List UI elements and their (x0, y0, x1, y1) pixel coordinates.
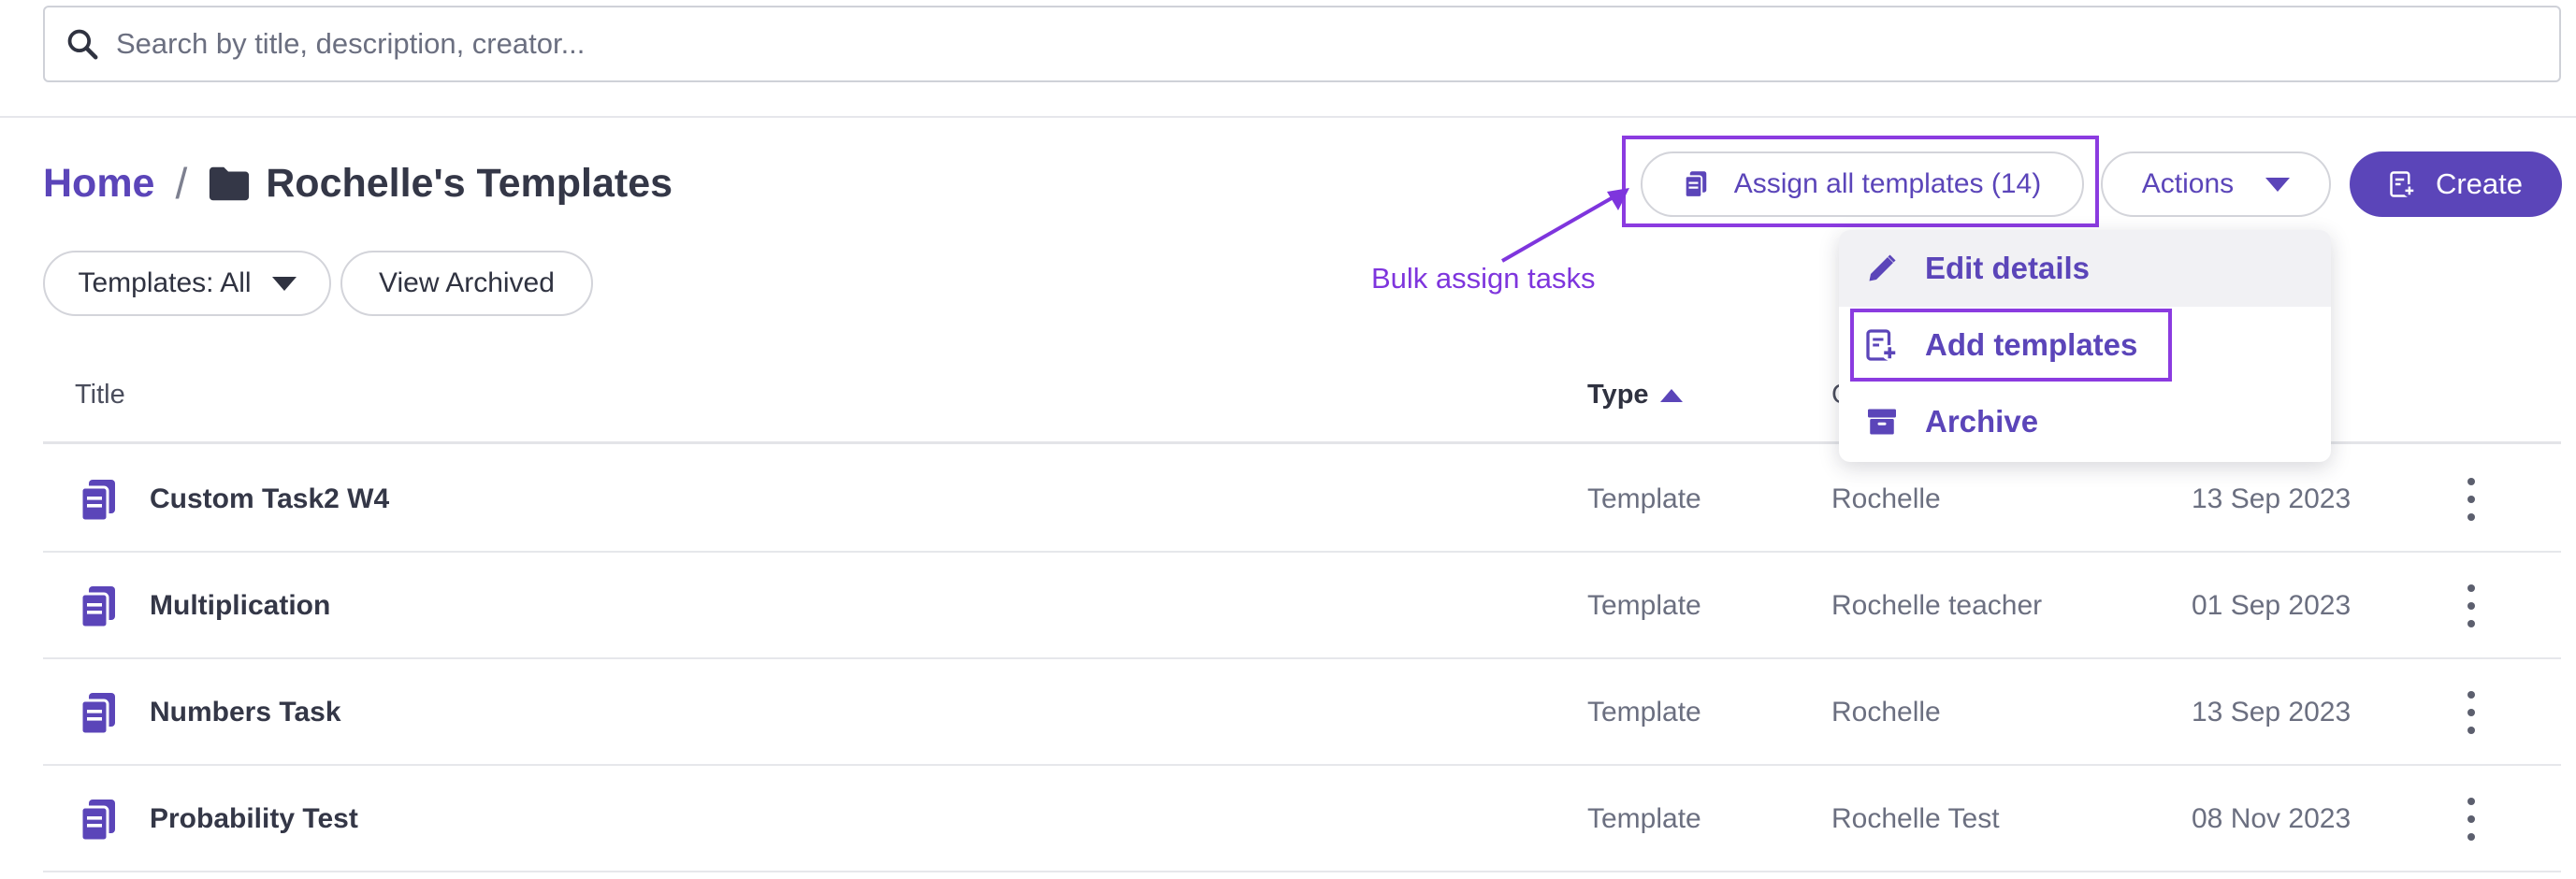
view-archived-label: View Archived (379, 267, 555, 298)
breadcrumb: Home / Rochelle's Templates (43, 155, 673, 211)
row-title[interactable]: Numbers Task (150, 697, 341, 728)
table-row[interactable]: Probability Test Template Rochelle Test … (43, 766, 2561, 872)
column-header-type-label: Type (1587, 380, 1649, 410)
add-templates-highlight-box (1850, 309, 2172, 382)
sort-ascending-icon (1659, 388, 1683, 402)
menu-item-label: Edit details (1925, 251, 2091, 285)
table-row[interactable]: Custom Task2 W4 Template Rochelle 13 Sep… (43, 446, 2561, 553)
row-title[interactable]: Multiplication (150, 590, 330, 622)
search-input[interactable] (114, 15, 2559, 73)
row-title[interactable]: Custom Task2 W4 (150, 483, 389, 515)
archive-icon (1863, 403, 1901, 440)
assign-highlight-box (1622, 136, 2099, 227)
chevron-down-icon (2265, 177, 2291, 192)
table-row[interactable]: Numbers Task Template Rochelle 13 Sep 20… (43, 659, 2561, 766)
row-type: Template (1587, 590, 1701, 621)
templates-filter-dropdown[interactable]: Templates: All (43, 251, 331, 316)
breadcrumb-home-link[interactable]: Home (43, 161, 154, 207)
more-options-icon[interactable] (2458, 691, 2484, 734)
template-icon (80, 480, 115, 521)
row-date: 13 Sep 2023 (2192, 483, 2352, 514)
create-button[interactable]: Create (2350, 151, 2562, 217)
search-icon (62, 23, 103, 65)
menu-item-label: Archive (1925, 404, 2039, 439)
row-date: 01 Sep 2023 (2192, 590, 2352, 621)
template-icon (80, 586, 115, 627)
menu-item-edit-details[interactable]: Edit details (1839, 230, 2331, 307)
row-title[interactable]: Probability Test (150, 803, 358, 835)
add-template-icon (2390, 171, 2416, 197)
breadcrumb-separator: / (175, 159, 188, 208)
header-divider (0, 116, 2576, 118)
more-options-icon[interactable] (2458, 584, 2484, 627)
pencil-icon (1863, 250, 1901, 287)
actions-button[interactable]: Actions (2101, 151, 2331, 217)
row-creator: Rochelle (1831, 697, 1941, 728)
row-creator: Rochelle teacher (1831, 590, 2043, 621)
view-archived-button[interactable]: View Archived (340, 251, 593, 316)
actions-label: Actions (2141, 168, 2235, 199)
page-title: Rochelle's Templates (266, 160, 673, 206)
menu-item-archive[interactable]: Archive (1839, 383, 2331, 460)
more-options-icon[interactable] (2458, 478, 2484, 521)
folder-icon (210, 166, 250, 201)
search-bar[interactable] (43, 6, 2561, 82)
chevron-down-icon (271, 276, 297, 291)
template-icon (80, 693, 115, 734)
annotation-label: Bulk assign tasks (1371, 262, 1596, 295)
row-date: 08 Nov 2023 (2192, 803, 2352, 834)
table-row[interactable]: Multiplication Template Rochelle teacher… (43, 553, 2561, 659)
row-type: Template (1587, 803, 1701, 834)
column-header-type[interactable]: Type (1587, 380, 1683, 411)
more-options-icon[interactable] (2458, 798, 2484, 841)
row-type: Template (1587, 697, 1701, 728)
template-icon (80, 800, 115, 841)
templates-filter-label: Templates: All (78, 267, 252, 298)
column-header-title[interactable]: Title (75, 380, 125, 411)
row-type: Template (1587, 483, 1701, 514)
row-date: 13 Sep 2023 (2192, 697, 2352, 728)
row-creator: Rochelle (1831, 483, 1941, 514)
row-creator: Rochelle Test (1831, 803, 2000, 834)
annotation-arrow-icon (1501, 188, 1629, 263)
create-label: Create (2435, 167, 2524, 200)
